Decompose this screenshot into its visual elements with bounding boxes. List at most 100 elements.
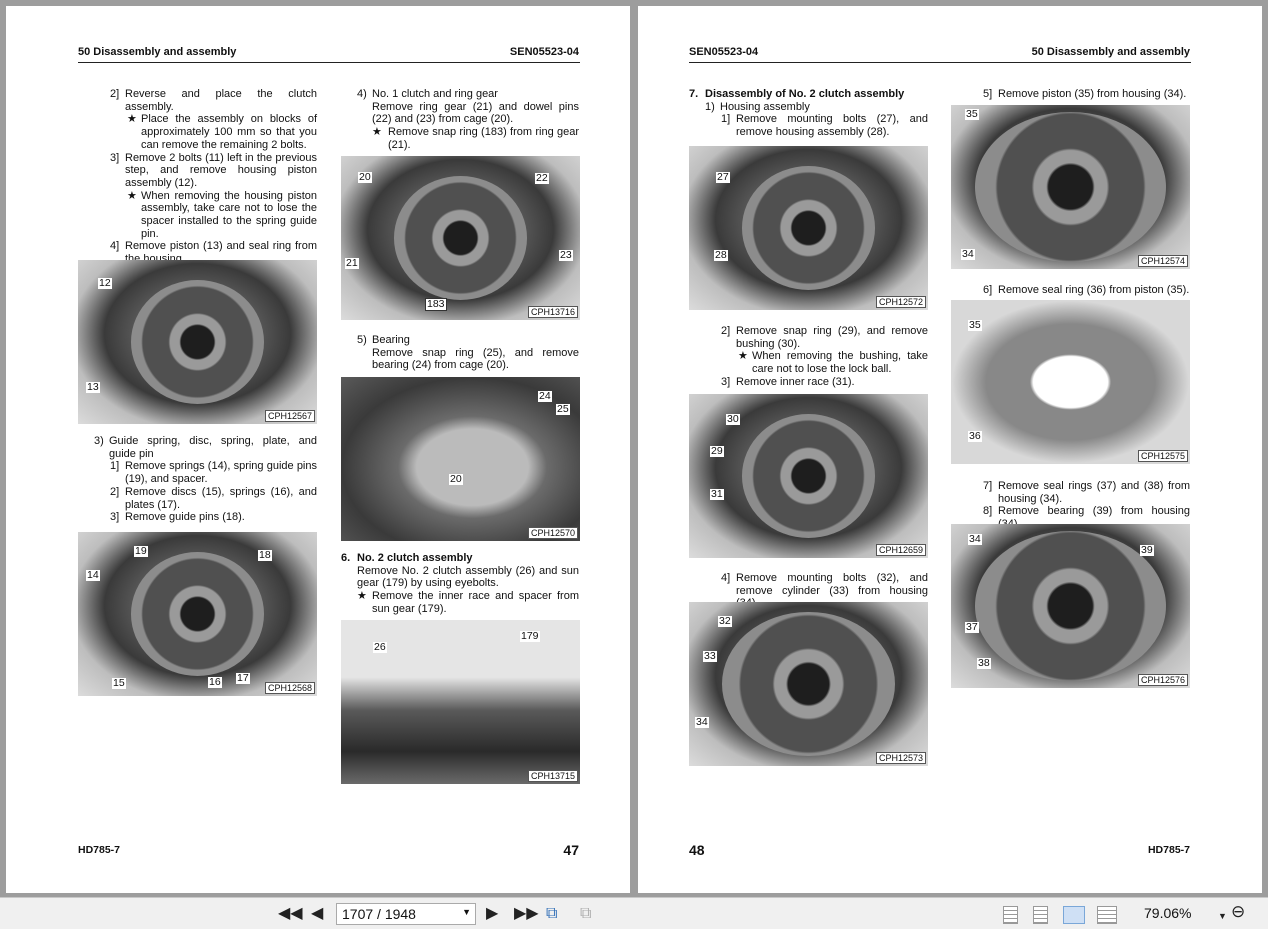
note-text: Remove the inner race and spacer from su… — [372, 590, 579, 615]
photo-cph12570: 24 25 20 CPH12570 — [341, 377, 580, 541]
page-number-input[interactable]: 1707 / 1948 ▼ — [336, 903, 476, 925]
photo-caption: CPH13715 — [527, 770, 578, 782]
callout: 27 — [716, 171, 730, 183]
photo-cph12576: 34 39 37 38 CPH12576 — [951, 524, 1190, 688]
photo-caption: CPH12576 — [1137, 674, 1188, 686]
star-icon: ★ — [738, 350, 748, 363]
callout: 12 — [98, 277, 112, 289]
callout: 38 — [977, 657, 991, 669]
note-text: When removing the housing piston assembl… — [141, 189, 317, 240]
step-number: 8] — [983, 505, 993, 518]
callout: 34 — [968, 533, 982, 545]
step-number: 3] — [721, 375, 731, 388]
page-input-value: 1707 / 1948 — [342, 906, 416, 922]
callout: 28 — [714, 249, 728, 261]
section-header: 50 Disassembly and assembly — [78, 46, 237, 58]
header-rule — [689, 62, 1191, 63]
chevron-down-icon[interactable]: ▼ — [462, 907, 471, 917]
step-text: Remove mounting bolts (27), and remove h… — [736, 113, 928, 139]
callout: 22 — [535, 172, 549, 184]
note-text: Remove snap ring (183) from ring gear (2… — [388, 126, 579, 151]
step-text: No. 1 clutch and ring gear — [372, 88, 498, 100]
step-number: 3) — [94, 435, 104, 447]
photo-cph12568: 19 18 14 15 16 17 CPH12568 — [78, 532, 317, 696]
step-text: Remove seal ring (36) from piston (35). — [998, 284, 1190, 296]
photo-cph12575: 35 36 CPH12575 — [951, 300, 1190, 464]
two-page-icon[interactable] — [1063, 906, 1085, 924]
photo-caption: CPH12572 — [875, 296, 926, 308]
step-text: Remove springs (14), spring guide pins (… — [125, 460, 317, 486]
step-text: Reverse and place the clutch assembly. — [125, 88, 317, 113]
photo-cph12572: 27 28 CPH12572 — [689, 146, 928, 310]
step-number: 5] — [983, 88, 993, 100]
page-number: 47 — [563, 842, 579, 858]
callout: 33 — [703, 650, 717, 662]
callout: 34 — [695, 716, 709, 728]
note-text: When removing the bushing, take care not… — [752, 350, 928, 376]
step-text: Remove seal rings (37) and (38) from hou… — [998, 480, 1190, 505]
step-number: 2] — [110, 88, 120, 100]
step-text: Remove No. 2 clutch assembly (26) and su… — [357, 564, 579, 590]
step-number: 2] — [721, 325, 731, 337]
doc-code: SEN05523-04 — [509, 46, 579, 58]
step-number: 4] — [721, 572, 731, 584]
two-page-continuous-icon[interactable] — [1097, 906, 1117, 924]
photo-cph12567: 12 13 CPH12567 — [78, 260, 317, 424]
rotate-icon[interactable]: ⧉ — [546, 904, 557, 924]
first-page-icon[interactable]: ◀◀ — [278, 904, 303, 924]
step-number: 7] — [983, 480, 993, 492]
callout: 21 — [345, 257, 359, 269]
step-number: 3] — [110, 511, 120, 524]
column-2-top: 4) No. 1 clutch and ring gear Remove ring… — [357, 88, 579, 152]
zoom-level[interactable]: 79.06% — [1144, 905, 1191, 921]
photo-caption: CPH12568 — [264, 682, 315, 694]
zoom-dropdown-icon[interactable]: ▼ — [1218, 906, 1227, 926]
step-text: Remove ring gear (21) and dowel pins (22… — [372, 100, 579, 126]
column-2-no2: 6. No. 2 clutch assembly Remove No. 2 clu… — [341, 552, 579, 616]
step-text: Remove discs (15), springs (16), and pla… — [125, 485, 317, 511]
single-page-icon[interactable] — [1003, 906, 1018, 924]
step-text: Housing assembly — [720, 100, 810, 113]
callout: 179 — [520, 630, 540, 642]
rotate-disabled-icon: ⧉ — [580, 905, 592, 922]
callout: 183 — [425, 298, 447, 311]
section-number: 6. — [341, 552, 351, 564]
footer-model: HD785-7 — [78, 844, 121, 856]
step-text: Remove snap ring (25), and remove bearin… — [372, 346, 579, 372]
star-icon: ★ — [127, 189, 137, 202]
step-text: Remove 2 bolts (11) left in the previous… — [125, 151, 317, 189]
callout: 36 — [968, 430, 982, 442]
callout: 23 — [559, 249, 573, 261]
previous-page-icon[interactable]: ◀ — [311, 904, 323, 924]
viewer-toolbar: ◀◀ ◀ 1707 / 1948 ▼ ▶ ▶▶ ⧉ ⧉ 79.06% ▼ ⊖ — [0, 897, 1268, 929]
section-title: Disassembly of No. 2 clutch assembly — [705, 88, 905, 100]
header-rule — [78, 62, 580, 63]
callout: 20 — [358, 171, 372, 183]
star-icon: ★ — [357, 590, 367, 603]
step-number: 2] — [110, 485, 120, 498]
callout: 17 — [236, 672, 250, 684]
column-2-bearing: 5) Bearing Remove snap ring (25), and rem… — [357, 334, 579, 372]
photo-cph12574: 35 34 CPH12574 — [951, 105, 1190, 269]
photo-caption: CPH12567 — [264, 410, 315, 422]
next-page-icon[interactable]: ▶ — [486, 904, 498, 924]
step-text: Remove snap ring (29), and remove bushin… — [736, 325, 928, 350]
callout: 26 — [373, 641, 387, 653]
pdf-page-47: 50 Disassembly and assembly SEN05523-04 … — [6, 6, 630, 893]
column-2-s5: 5] Remove piston (35) from housing (34). — [983, 88, 1190, 101]
last-page-icon[interactable]: ▶▶ — [514, 904, 539, 924]
column-2-s6: 6] Remove seal ring (36) from piston (35)… — [983, 284, 1190, 297]
photo-cph13716: 20 22 21 23 183 CPH13716 — [341, 156, 580, 320]
step-number: 4] — [110, 240, 120, 253]
continuous-icon[interactable] — [1033, 906, 1048, 924]
zoom-out-icon[interactable]: ⊖ — [1231, 902, 1245, 922]
step-text: Remove piston (35) from housing (34). — [998, 88, 1187, 100]
column-1-top: 7. Disassembly of No. 2 clutch assembly 1… — [689, 88, 928, 139]
step-number: 3] — [110, 151, 120, 164]
star-icon: ★ — [127, 113, 137, 126]
section-number: 7. — [689, 88, 699, 100]
step-text: Bearing — [372, 334, 410, 346]
callout: 19 — [134, 545, 148, 557]
photo-cph12659: 30 29 31 CPH12659 — [689, 394, 928, 558]
callout: 29 — [710, 445, 724, 457]
